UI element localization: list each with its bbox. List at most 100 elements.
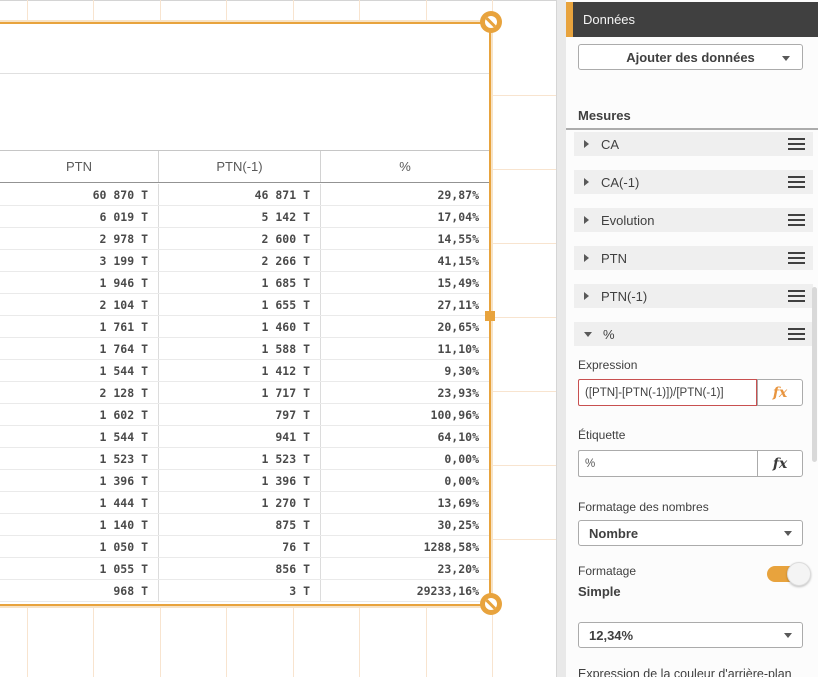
measure-label: CA(-1) bbox=[601, 174, 640, 190]
expression-input[interactable] bbox=[578, 379, 757, 406]
table-cell: 76 T bbox=[159, 536, 321, 557]
table-visualization[interactable]: PTN PTN(-1) % 60 870 T 46 871 T 29,87% 6 01… bbox=[0, 20, 493, 608]
properties-panel: Données Ajouter des données Mesures CA C… bbox=[566, 0, 818, 677]
panel-header: Données bbox=[566, 2, 818, 37]
table-row: 6 019 T5 142 T 17,04% bbox=[0, 206, 489, 228]
table-cell: 29,87% bbox=[437, 187, 479, 202]
drag-handle-icon[interactable] bbox=[788, 176, 805, 188]
drag-handle-icon[interactable] bbox=[788, 138, 805, 150]
fx-button[interactable]: fx bbox=[757, 450, 803, 477]
drag-handle-icon[interactable] bbox=[788, 214, 805, 226]
table-row: 1 396 T1 396 T 0,00% bbox=[0, 470, 489, 492]
table-cell: 11,10% bbox=[437, 341, 479, 356]
table-row: 3 199 T2 266 T 41,15% bbox=[0, 250, 489, 272]
measures-section-label: Mesures bbox=[578, 108, 631, 123]
grid-line bbox=[0, 0, 558, 1]
table-cell: 6 019 T bbox=[0, 206, 159, 227]
table-cell: 1 946 T bbox=[0, 272, 159, 293]
table-cell: 2 978 T bbox=[0, 228, 159, 249]
table-cell: 17,04% bbox=[437, 209, 479, 224]
panel-scrollbar[interactable] bbox=[812, 287, 817, 462]
table-cell: 1 685 T bbox=[159, 272, 321, 293]
table-cell: 2 104 T bbox=[0, 294, 159, 315]
measure-item-ca-1[interactable]: CA(-1) bbox=[574, 170, 813, 194]
table-cell: 15,49% bbox=[437, 275, 479, 290]
chevron-down-icon bbox=[782, 56, 790, 61]
measure-item-ca[interactable]: CA bbox=[574, 132, 813, 156]
table-row: 60 870 T 46 871 T 29,87% bbox=[0, 184, 489, 206]
resize-handle-top-right[interactable] bbox=[480, 11, 502, 33]
fx-button[interactable]: fx bbox=[757, 379, 803, 406]
measure-item-evolution[interactable]: Evolution bbox=[574, 208, 813, 232]
table-cell: 3 T bbox=[159, 580, 321, 601]
table-row: 1 050 T 76 T 1288,58% bbox=[0, 536, 489, 558]
chevron-down-icon bbox=[584, 331, 592, 337]
table-cell: 1 444 T bbox=[0, 492, 159, 513]
table-row: 2 128 T1 717 T 23,93% bbox=[0, 382, 489, 404]
chevron-right-icon bbox=[584, 216, 589, 224]
panel-title: Données bbox=[583, 12, 636, 27]
table-cell: 9,30% bbox=[444, 363, 479, 378]
measure-label: PTN bbox=[601, 250, 627, 266]
not-allowed-icon bbox=[485, 16, 497, 28]
table-cell: 1 717 T bbox=[159, 382, 321, 403]
formatting-toggle[interactable] bbox=[767, 562, 811, 586]
format-pattern-select[interactable]: 12,34% bbox=[578, 622, 803, 648]
drag-handle-icon[interactable] bbox=[788, 252, 805, 264]
table-row: 1 140 T 875 T 30,25% bbox=[0, 514, 489, 536]
background-color-expression-label: Expression de la couleur d'arrière-plan bbox=[578, 667, 792, 677]
measure-item-ptn[interactable]: PTN bbox=[574, 246, 813, 270]
chevron-right-icon bbox=[584, 140, 589, 148]
table-header-row: PTN PTN(-1) % bbox=[0, 150, 489, 183]
table-cell: 1 055 T bbox=[0, 558, 159, 579]
etiquette-input[interactable] bbox=[578, 450, 757, 477]
table-cell: 2 128 T bbox=[0, 382, 159, 403]
fx-icon: fx bbox=[772, 384, 788, 401]
resize-handle-right[interactable] bbox=[485, 311, 495, 321]
table-row: 1 602 T 797 T 100,96% bbox=[0, 404, 489, 426]
number-formatting-label: Formatage des nombres bbox=[578, 500, 709, 514]
table-row: 2 978 T2 600 T 14,55% bbox=[0, 228, 489, 250]
table-cell: 856 T bbox=[159, 558, 321, 579]
add-data-button[interactable]: Ajouter des données bbox=[578, 44, 803, 70]
drag-handle-icon[interactable] bbox=[788, 328, 805, 340]
table-cell: 64,10% bbox=[437, 429, 479, 444]
table-row: 1 055 T 856 T 23,20% bbox=[0, 558, 489, 580]
chevron-right-icon bbox=[584, 292, 589, 300]
table-cell: 30,25% bbox=[437, 517, 479, 532]
table-cell: 13,69% bbox=[437, 495, 479, 510]
column-header-pct[interactable]: % bbox=[321, 151, 489, 182]
toggle-knob bbox=[787, 562, 811, 586]
measure-label: PTN(-1) bbox=[601, 288, 648, 304]
table-cell: 1 396 T bbox=[159, 470, 321, 491]
table-row: 2 104 T1 655 T 27,11% bbox=[0, 294, 489, 316]
resize-handle-bottom-right[interactable] bbox=[480, 593, 502, 615]
table-row: 1 544 T 941 T 64,10% bbox=[0, 426, 489, 448]
table-cell: 2 266 T bbox=[159, 250, 321, 271]
chevron-right-icon bbox=[584, 178, 589, 186]
not-allowed-icon bbox=[485, 598, 497, 610]
column-header-ptn-1[interactable]: PTN(-1) bbox=[159, 151, 321, 182]
column-header-ptn[interactable]: PTN bbox=[0, 151, 159, 182]
measure-item-ptn-1[interactable]: PTN(-1) bbox=[574, 284, 813, 308]
table-cell: 29233,16% bbox=[416, 583, 479, 598]
table-cell: 1 544 T bbox=[0, 360, 159, 381]
measures-list: CA CA(-1) Evolution PTN PTN(-1) % bbox=[574, 130, 813, 346]
table-cell: 1 412 T bbox=[159, 360, 321, 381]
measure-item-pct[interactable]: % bbox=[574, 322, 813, 346]
panel-resize-gutter[interactable] bbox=[556, 0, 566, 677]
table-row: 1 444 T1 270 T 13,69% bbox=[0, 492, 489, 514]
number-formatting-select[interactable]: Nombre bbox=[578, 520, 803, 546]
table-cell: 875 T bbox=[159, 514, 321, 535]
table-cell: 1288,58% bbox=[423, 539, 479, 554]
table-cell: 23,20% bbox=[437, 561, 479, 576]
table-cell: 5 142 T bbox=[159, 206, 321, 227]
table-cell: 20,65% bbox=[437, 319, 479, 334]
table-cell: 1 523 T bbox=[159, 448, 321, 469]
fx-icon: fx bbox=[772, 455, 788, 472]
table-cell: 1 396 T bbox=[0, 470, 159, 491]
panel-body: Ajouter des données Mesures CA CA(-1) Ev… bbox=[566, 37, 818, 677]
measure-label: Evolution bbox=[601, 212, 655, 228]
drag-handle-icon[interactable] bbox=[788, 290, 805, 302]
table-cell: 3 199 T bbox=[0, 250, 159, 271]
